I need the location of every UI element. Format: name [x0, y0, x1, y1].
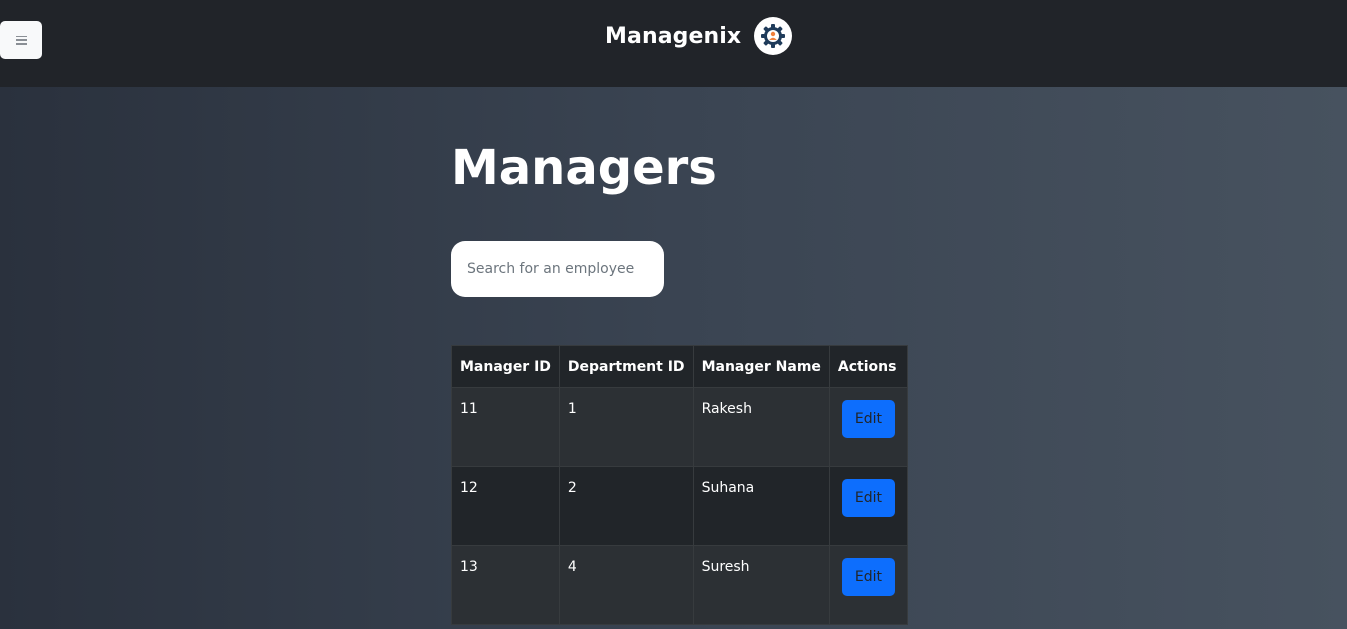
brand[interactable]: Managenix	[605, 17, 793, 55]
menu-toggle-button[interactable]	[0, 21, 42, 59]
department-id-cell: 4	[558, 545, 694, 625]
table-row: 13 4 Suresh Edit	[451, 545, 908, 625]
actions-cell: Edit	[828, 545, 908, 625]
department-id-cell: 1	[558, 387, 694, 467]
manager-name-cell: Suhana	[692, 466, 830, 546]
manager-name-cell: Rakesh	[692, 387, 830, 467]
manager-id-cell: 11	[451, 387, 560, 467]
gear-user-icon	[754, 17, 793, 55]
search-input[interactable]	[451, 241, 664, 297]
department-id-cell: 2	[558, 466, 694, 546]
manager-name-cell: Suresh	[692, 545, 830, 625]
manager-id-cell: 13	[451, 545, 560, 625]
hamburger-icon	[15, 35, 27, 45]
navbar: Managenix	[0, 0, 1347, 87]
edit-button[interactable]: Edit	[841, 479, 895, 517]
table-header-row: Manager ID Department ID Manager Name Ac…	[451, 345, 908, 388]
edit-button[interactable]: Edit	[841, 400, 895, 438]
column-header-actions: Actions	[828, 345, 908, 388]
column-header-manager-id: Manager ID	[451, 345, 560, 388]
table-row: 12 2 Suhana Edit	[451, 466, 908, 546]
column-header-department-id: Department ID	[558, 345, 694, 388]
table-row: 11 1 Rakesh Edit	[451, 387, 908, 467]
edit-button[interactable]: Edit	[841, 558, 895, 596]
actions-cell: Edit	[828, 466, 908, 546]
manager-id-cell: 12	[451, 466, 560, 546]
page-title: Managers	[451, 140, 717, 196]
column-header-manager-name: Manager Name	[692, 345, 830, 388]
brand-name: Managenix	[605, 23, 742, 49]
actions-cell: Edit	[828, 387, 908, 467]
managers-table: Manager ID Department ID Manager Name Ac…	[451, 345, 908, 625]
